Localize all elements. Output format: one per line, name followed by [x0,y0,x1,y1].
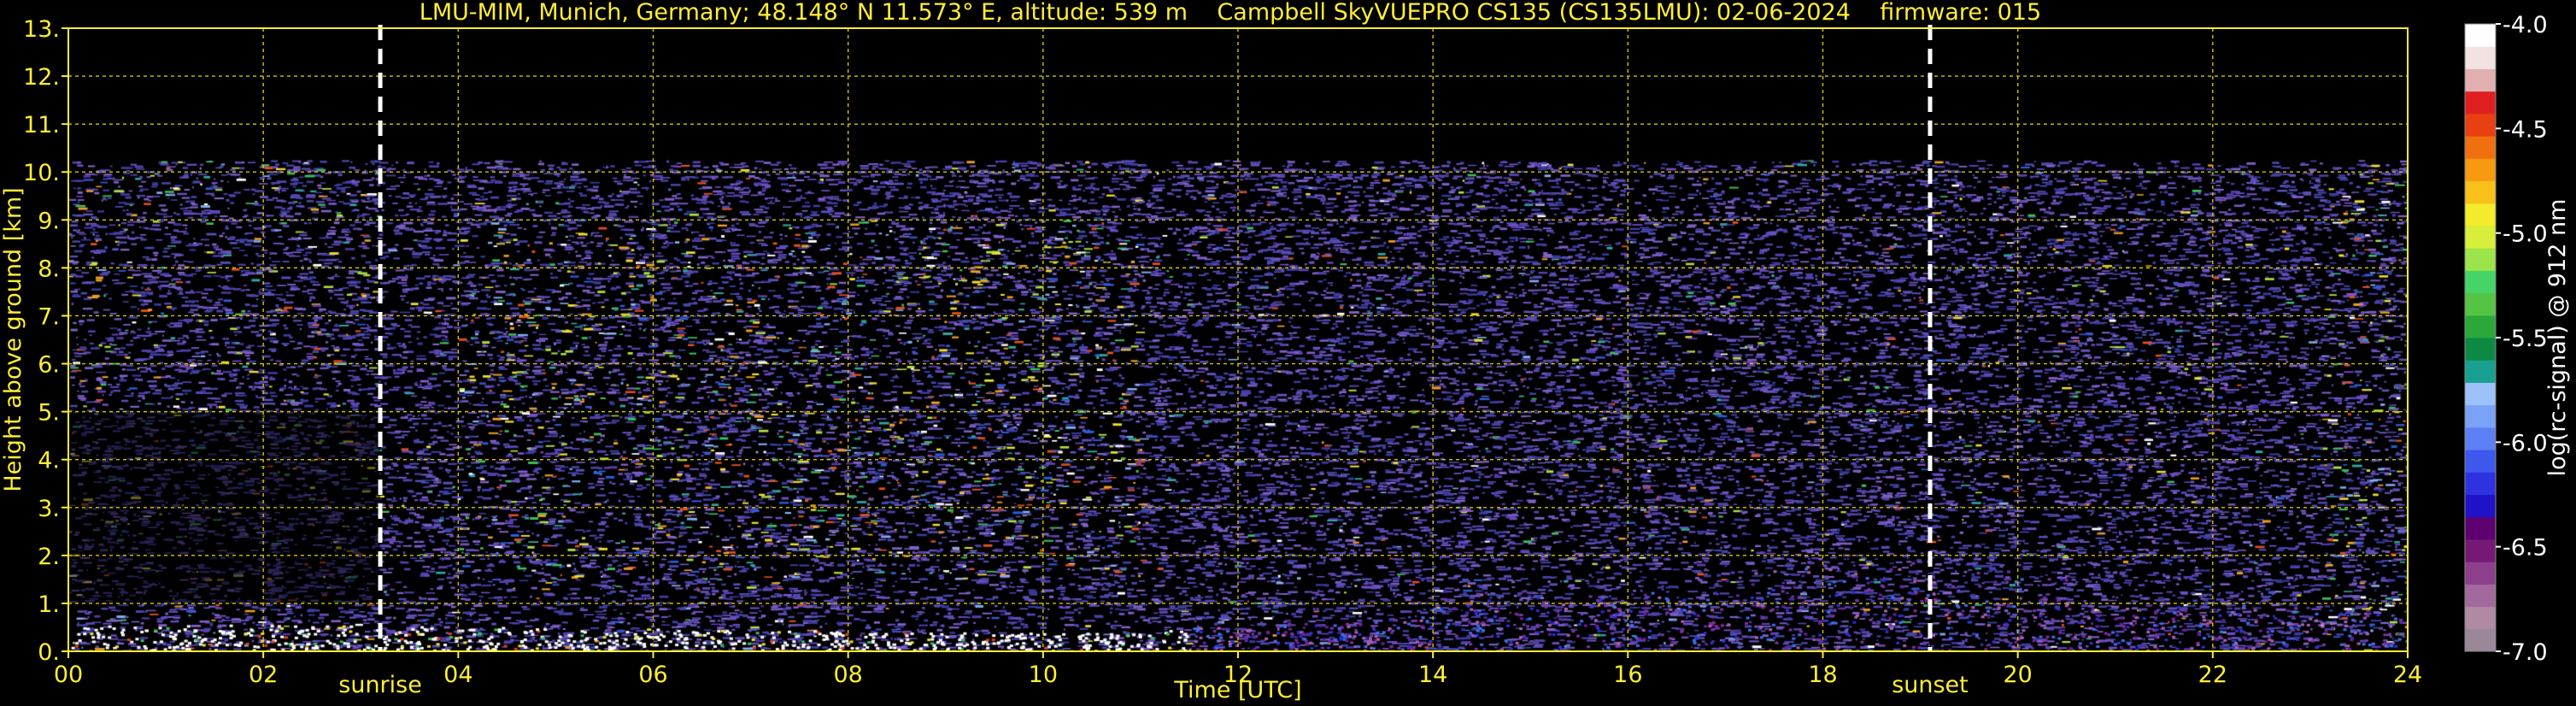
x-tick-label: 18 [1808,662,1837,688]
y-axis-label: Height above ground [km] [0,187,26,491]
colorbar-tick-label: -6.0 [2503,430,2548,456]
y-tick-label: 6. [38,352,60,379]
y-tick-label: 1. [38,591,60,618]
y-tick-label: 8. [38,256,60,282]
colorbar-swatch [2465,203,2496,227]
y-tick-label: 11. [23,112,60,138]
colorbar-swatch [2465,24,2496,47]
colorbar-tick-label: -6.5 [2503,535,2548,562]
x-tick-label: 14 [1418,662,1447,688]
colorbar-swatch [2465,91,2496,115]
colorbar-swatch [2465,404,2496,428]
x-tick-label: 22 [2198,662,2227,688]
x-tick-label: 24 [2393,662,2422,688]
y-tick-label: 0. [38,639,60,666]
colorbar-swatch [2465,315,2496,338]
x-tick-label: 20 [2003,662,2032,688]
colorbar-swatch [2465,360,2496,383]
x-axis-label: Time [UTC] [1173,677,1301,703]
colorbar-swatch [2465,628,2496,652]
colorbar-tick-label: -4.5 [2503,116,2548,143]
colorbar-swatch [2465,68,2496,92]
y-tick-label: 5. [38,400,60,427]
colorbar-swatch [2465,427,2496,450]
x-tick-label: 10 [1029,662,1058,688]
ceilometer-chart: sunrise sunset 00 02 04 06 08 10 12 14 16 18 20 22 24… [0,12,2571,703]
x-tick-label: 04 [443,662,472,688]
colorbar-swatch [2465,606,2496,630]
colorbar-swatch [2465,225,2496,249]
colorbar-swatch [2465,562,2496,585]
colorbar-swatch [2465,180,2496,204]
colorbar-swatch [2465,136,2496,159]
sunrise-label: sunrise [338,672,422,698]
y-tick-label: 7. [38,303,60,330]
colorbar-swatch [2465,292,2496,316]
y-tick-label: 4. [38,448,60,474]
colorbar-tick-label: -5.5 [2503,326,2548,352]
y-tick-label: 3. [38,496,60,522]
y-tick-label: 10. [23,160,60,186]
x-tick-label: 16 [1613,662,1642,688]
colorbar-tick-label: -4.0 [2503,12,2548,38]
colorbar-tick-label: -5.0 [2503,221,2548,248]
x-tick-label: 02 [249,662,278,688]
colorbar-label: log(rc-signal) @ 912 nm [2544,199,2571,477]
y-tick-label: 12. [23,64,60,91]
colorbar-swatch [2465,450,2496,473]
colorbar-swatch [2465,248,2496,271]
colorbar-swatch [2465,338,2496,361]
colorbar-swatch [2465,472,2496,495]
colorbar-swatch [2465,113,2496,137]
sunset-label: sunset [1892,672,1969,698]
x-tick-label: 08 [833,662,862,688]
colorbar: -4.0 -4.5 -5.0 -5.5 -6.0 -6.5 -7.0 log(rc-signa… [2464,12,2571,666]
colorbar-swatch [2465,538,2496,562]
colorbar-swatch [2465,158,2496,181]
y-tick-label: 13. [23,16,60,43]
x-tick-label: 06 [638,662,667,688]
colorbar-swatch [2465,494,2496,518]
colorbar-swatch [2465,584,2496,608]
colorbar-tick-label: -7.0 [2503,639,2548,666]
colorbar-swatch [2465,382,2496,406]
y-tick-label: 9. [38,208,60,234]
colorbar-swatch [2465,46,2496,69]
colorbar-swatch [2465,270,2496,294]
colorbar-swatch [2465,516,2496,540]
y-tick-label: 2. [38,544,60,570]
